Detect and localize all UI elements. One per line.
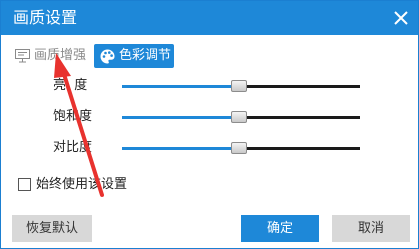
tab-color-adjust[interactable]: 色彩调节 [94,44,174,68]
close-button[interactable] [388,5,414,31]
brightness-slider-fill [122,85,239,88]
brightness-slider[interactable] [122,80,360,92]
title-bar: 画质设置 [1,1,418,35]
picture-settings-dialog: 画质设置 画质增强 色彩调节 亮 度 饱和度 对比度 始终使用该设置 恢复默认 … [0,0,419,249]
contrast-slider-fill [122,147,239,150]
contrast-slider-thumb[interactable] [230,142,247,154]
cancel-button[interactable]: 取消 [332,215,410,242]
monitor-icon [15,49,30,63]
contrast-label: 对比度 [53,140,93,155]
dialog-title: 画质设置 [13,8,78,27]
slider-row-contrast: 对比度 [1,138,418,158]
saturation-label: 饱和度 [53,109,93,124]
palette-icon [100,49,115,64]
restore-default-button[interactable]: 恢复默认 [12,215,92,242]
tab-picture-enhance[interactable]: 画质增强 [15,44,89,68]
slider-row-saturation: 饱和度 [1,107,418,127]
ok-button[interactable]: 确定 [241,215,319,242]
brightness-slider-thumb[interactable] [230,80,247,92]
contrast-slider[interactable] [122,142,360,154]
saturation-slider-fill [122,116,239,119]
slider-row-brightness: 亮 度 [1,76,418,96]
tab-picture-enhance-label: 画质增强 [34,48,87,63]
checkbox-box[interactable] [18,178,31,191]
brightness-label: 亮 度 [53,78,88,93]
tab-color-adjust-label: 色彩调节 [119,48,172,63]
close-icon [394,11,408,25]
checkbox-label: 始终使用该设置 [36,177,128,192]
saturation-slider-thumb[interactable] [230,111,247,123]
saturation-slider[interactable] [122,111,360,123]
